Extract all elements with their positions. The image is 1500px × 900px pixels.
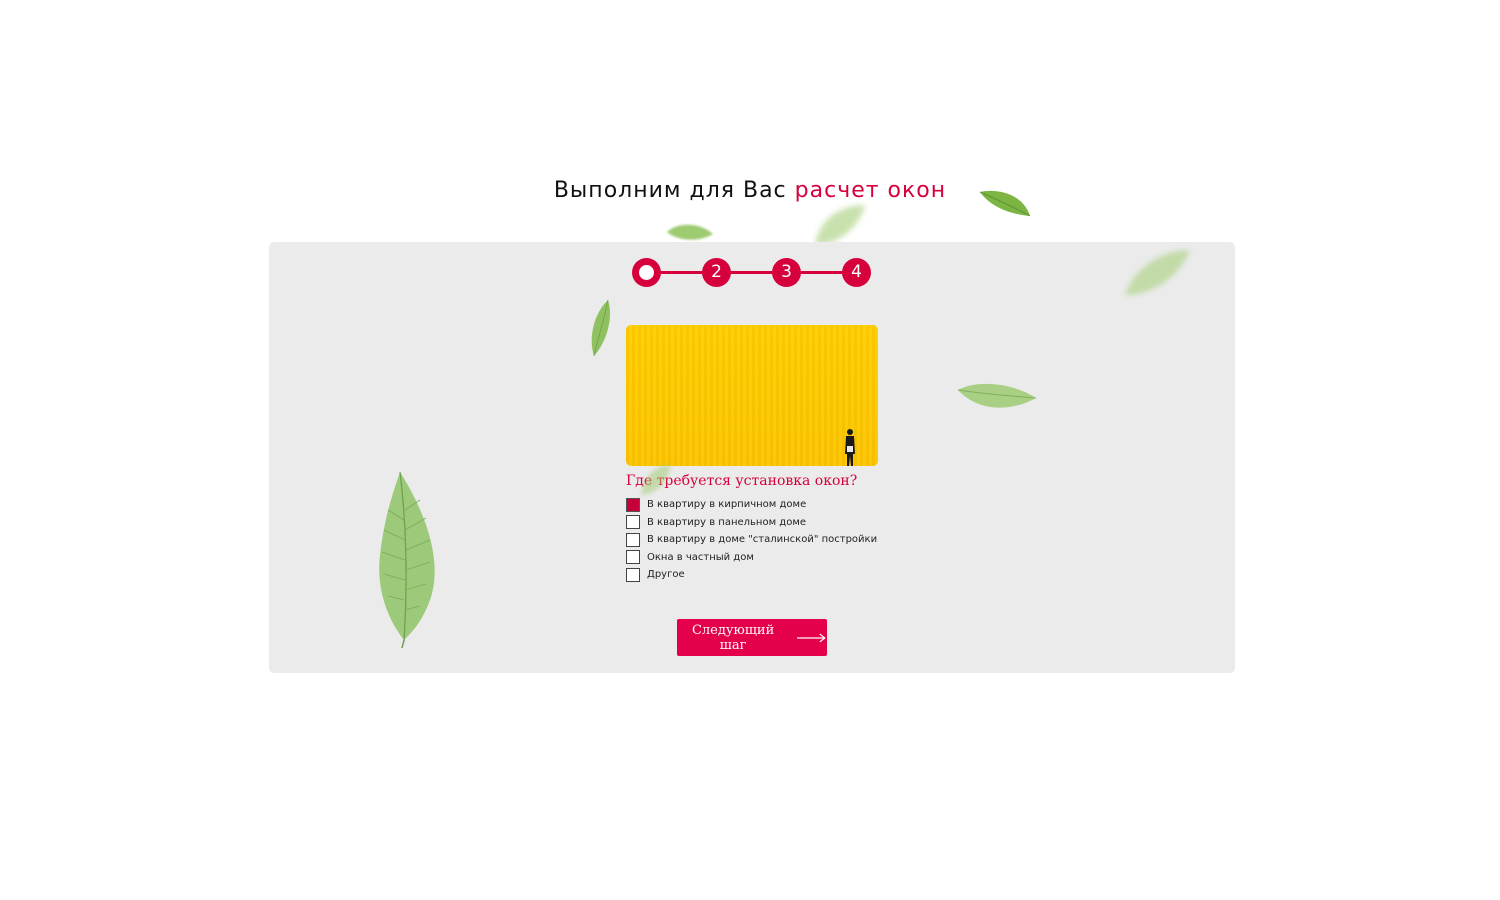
leaf-decoration <box>379 471 435 648</box>
page: Выполним для Вас расчет окон 2 3 4 Где т… <box>0 0 1500 900</box>
leaf-decoration <box>641 465 671 495</box>
answer-option[interactable]: В квартиру в доме "сталинской" постройки <box>626 531 877 549</box>
answer-label: Другое <box>647 569 685 581</box>
step-4: 4 <box>842 258 871 287</box>
step-progress: 2 3 4 <box>632 258 872 288</box>
checkbox[interactable] <box>626 567 640 582</box>
page-title: Выполним для Вас расчет окон <box>0 178 1500 203</box>
page-title-main: Выполним для Вас <box>553 178 787 203</box>
person-figure <box>845 429 855 466</box>
answer-option[interactable]: Другое <box>626 566 877 584</box>
checkbox[interactable] <box>626 550 640 565</box>
leaf-decoration <box>957 383 1037 408</box>
step-1 <box>632 258 661 287</box>
checkbox[interactable] <box>626 515 640 530</box>
leaf-decoration <box>667 224 713 240</box>
answer-option[interactable]: Окна в частный дом <box>626 549 877 567</box>
answer-label: В квартиру в кирпичном доме <box>647 499 807 511</box>
leaf-decoration <box>591 299 611 357</box>
step-2: 2 <box>702 258 731 287</box>
answer-label: Окна в частный дом <box>647 551 754 563</box>
arrow-right-icon <box>797 633 826 642</box>
next-step-label: Следующий шаг <box>691 622 775 653</box>
step-progress-line <box>646 271 858 274</box>
next-step-button[interactable]: Следующий шаг <box>677 619 827 656</box>
quiz-image <box>626 325 878 466</box>
answer-label: В квартиру в доме "сталинской" постройки <box>647 534 878 546</box>
step-3: 3 <box>772 258 801 287</box>
page-title-accent: расчет окон <box>794 178 947 203</box>
leaf-decoration <box>979 190 1031 217</box>
leaf-decoration <box>1125 250 1190 295</box>
answer-label: В квартиру в панельном доме <box>647 516 807 528</box>
answer-option[interactable]: В квартиру в панельном доме <box>626 514 877 532</box>
checkbox[interactable] <box>626 532 640 547</box>
answer-options: В квартиру в кирпичном доме В квартиру в… <box>626 496 877 584</box>
